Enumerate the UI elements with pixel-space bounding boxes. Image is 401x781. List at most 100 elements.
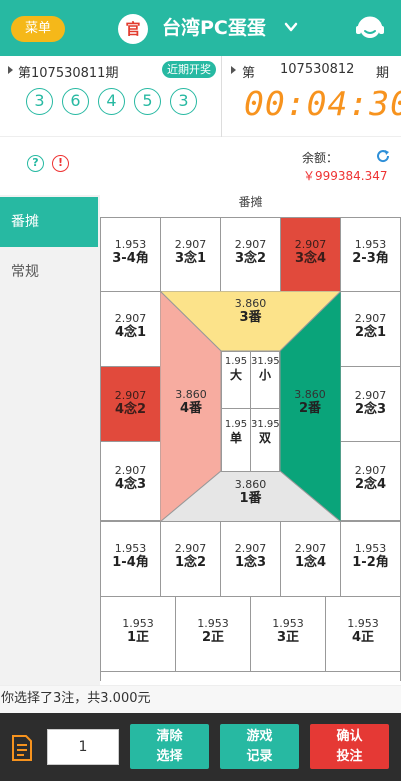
bet-cell-1-nian-4[interactable]: 2.907 1念4 [280,521,341,597]
result-ball: 5 [134,88,161,115]
bet-name: 2念1 [354,325,387,340]
bet-cell-3-nian-2[interactable]: 2.907 3念2 [220,217,281,292]
button-label: 清除 [156,729,183,744]
bet-odds: 1.953 [114,238,147,251]
bet-odds: 2.907 [354,464,387,477]
bet-cell-2-nian-4[interactable]: 2.907 2念4 [340,441,401,521]
bet-name: 4正 [351,630,375,645]
bet-odds: 2.907 [174,542,207,555]
game-record-button[interactable]: 游戏 记录 [220,724,299,769]
bet-odds: 1.953 [197,617,229,630]
board-title: 番摊 [238,195,263,209]
bet-name: 1念2 [174,555,207,570]
triangle-icon [231,66,236,74]
result-ball: 3 [26,88,53,115]
bet-odds: 3.860 [294,388,326,401]
bet-odds: 2.907 [294,542,327,555]
button-label: 游戏 [246,729,273,744]
refresh-icon[interactable] [375,148,391,164]
bet-cell-small[interactable]: 31.95 小 [250,351,280,409]
bet-cell-4-nian-2[interactable]: 2.907 4念2 [100,366,161,442]
customer-service-icon[interactable] [354,12,386,44]
bet-cell-4-nian-1[interactable]: 2.907 4念1 [100,291,161,367]
warning-icon[interactable]: ! [52,155,69,172]
bet-cell-2-zheng[interactable]: 1.953 2正 [175,596,251,672]
bet-odds: 1.95 [224,419,248,430]
bet-cell-1-2-corner[interactable]: 1.953 1-2角 [340,521,401,597]
bet-odds: 1.953 [347,617,379,630]
bet-name: 2-3角 [352,251,389,266]
game-title[interactable]: 台湾PC蛋蛋 [162,15,266,41]
bet-odds: 1.953 [354,238,387,251]
result-ball: 4 [98,88,125,115]
bet-name: 1念3 [234,555,267,570]
clear-selection-button[interactable]: 清除 选择 [130,724,209,769]
sidebar-item-regular[interactable]: 常规 [0,247,98,297]
app-header: 菜单 官 台湾PC蛋蛋 [0,0,401,56]
bet-cell-4-nian-3[interactable]: 2.907 4念3 [100,441,161,521]
bet-odds: 31.95 [251,419,280,430]
bet-odds: 1.953 [122,617,154,630]
bet-slip-icon[interactable] [10,734,34,762]
menu-button[interactable]: 菜单 [11,16,65,42]
recent-results-button[interactable]: 近期开奖 [162,61,216,78]
fan-3-label: 3.860 3番 [220,297,281,325]
fan-4-label: 3.860 4番 [166,388,216,416]
sidebar-item-fantan[interactable]: 番摊 [0,197,98,247]
bet-odds: 2.907 [234,238,267,251]
draw-panel: 第107530811期 近期开奖 3 6 4 5 3 第 107530812 期… [0,56,401,137]
confirm-bet-button[interactable]: 确认 投注 [310,724,389,769]
bet-name: 4番 [179,401,203,416]
bet-cell-3-nian-1[interactable]: 2.907 3念1 [160,217,221,292]
selection-summary: 你选择了3注，共3.000元 [0,685,401,713]
bet-name: 2念4 [354,477,387,492]
balance-label: 余额： [302,151,339,165]
bet-odds: 3.860 [234,297,267,310]
bet-cell-even[interactable]: 31.95 双 [250,408,280,472]
balance-value: ￥999384.347 [303,169,388,183]
fan-2-label: 3.860 2番 [285,388,335,416]
bet-cell-odd[interactable]: 1.95 单 [221,408,251,472]
next-period-number: 107530812 [280,62,355,77]
bet-name: 4念2 [114,402,147,417]
bet-odds: 2.907 [174,238,207,251]
bet-odds: 2.907 [354,389,387,402]
chevron-down-icon[interactable] [284,20,298,34]
bet-cell-1-nian-2[interactable]: 2.907 1念2 [160,521,221,597]
bet-cell-2-nian-1[interactable]: 2.907 2念1 [340,291,401,367]
bet-odds: 2.907 [114,389,147,402]
button-label: 记录 [246,749,273,764]
bet-cell-2-nian-3[interactable]: 2.907 2念3 [340,366,401,442]
bet-cell-1-nian-3[interactable]: 2.907 1念3 [220,521,281,597]
bet-cell-3-4-corner[interactable]: 1.953 3-4角 [100,217,161,292]
bet-odds: 3.860 [175,388,207,401]
bet-cell-big[interactable]: 1.95 大 [221,351,251,409]
triangle-icon [8,66,13,74]
bet-name: 3-4角 [112,251,149,266]
bet-cell-2-3-corner[interactable]: 1.953 2-3角 [340,217,401,292]
result-balls: 3 6 4 5 3 [26,88,206,118]
previous-draw: 第107530811期 近期开奖 3 6 4 5 3 [0,56,222,137]
bet-odds: 2.907 [354,312,387,325]
official-logo: 官 [118,14,148,44]
bet-name: 1-2角 [352,555,389,570]
bet-odds: 1.95 [224,356,248,367]
bet-name: 3正 [276,630,300,645]
bet-quantity-input[interactable] [47,729,119,765]
previous-period: 第107530811期 [18,66,119,81]
bet-cell-1-zheng[interactable]: 1.953 1正 [100,596,176,672]
next-period-prefix: 第 [242,66,256,81]
bet-name: 大 [229,368,242,382]
bet-cell-3-zheng[interactable]: 1.953 3正 [250,596,326,672]
bet-cell-4-zheng[interactable]: 1.953 4正 [325,596,401,672]
button-label: 选择 [156,749,183,764]
button-label: 投注 [336,749,363,764]
bet-odds: 31.95 [251,356,280,367]
bet-cell-1-4-corner[interactable]: 1.953 1-4角 [100,521,161,597]
bet-cell-3-nian-4[interactable]: 2.907 3念4 [280,217,341,292]
result-ball: 3 [170,88,197,115]
help-icon[interactable]: ? [27,155,44,172]
bet-row-partial [100,671,401,681]
bet-odds: 1.953 [114,542,147,555]
bet-name: 2正 [201,630,225,645]
